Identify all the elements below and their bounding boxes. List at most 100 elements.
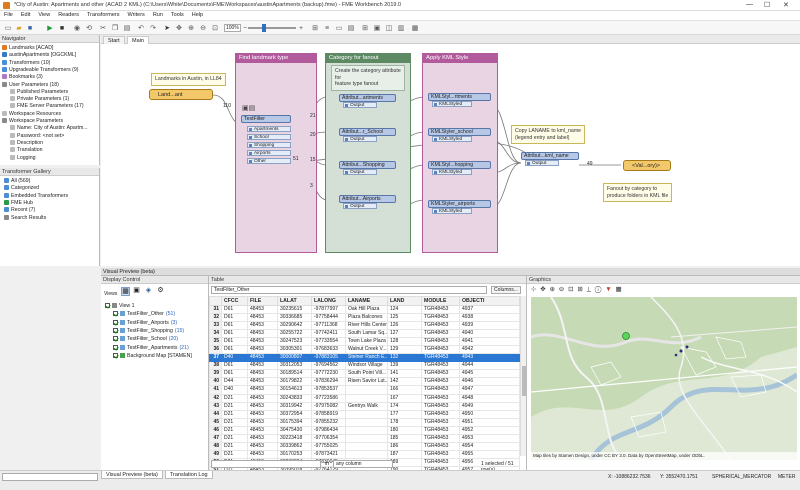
attribute-creator-apartments[interactable]: Attribut...artments <box>339 94 396 102</box>
table-cell[interactable]: 4942 <box>459 345 520 355</box>
table-cell[interactable]: 48453 <box>247 449 278 459</box>
menu-view[interactable]: View <box>34 11 54 19</box>
bookmark-apply-kml-style[interactable]: Apply KML Style <box>422 53 498 253</box>
attribute-kml-name[interactable]: Attribut...kml_name <box>521 152 579 160</box>
table-cell[interactable]: 48453 <box>247 329 278 339</box>
gallery-item[interactable]: Embedded Transformers <box>4 192 68 200</box>
table-row[interactable]: 31 D61 48453 30235615 -97877997 Oak Hill Plaz… <box>209 304 520 315</box>
table-cell[interactable]: D21 <box>221 425 248 435</box>
layer-item[interactable]: TestFilter_School (20) <box>113 335 178 343</box>
table-row[interactable]: 42 D21 48453 30243833 -97723586 167 TGR48453 49… <box>209 393 520 403</box>
table-row[interactable]: 33 D61 48453 30290642 -97711368 River Hills C… <box>209 321 520 331</box>
grid-map-icon[interactable]: ▦ <box>615 286 622 293</box>
table-cell[interactable]: 4951 <box>459 417 520 427</box>
table-cell[interactable]: Town Lake Plaza <box>345 337 388 347</box>
table-cell[interactable]: 30243833 <box>277 393 312 403</box>
column-header[interactable]: CFCC <box>221 296 248 306</box>
scrollbar-thumb[interactable] <box>522 366 526 396</box>
row-number[interactable]: 47 <box>209 433 222 443</box>
data-table[interactable]: CFCC FILE LALAT LALONG LANAME LAND MODULE OBJEC… <box>209 296 520 475</box>
table-cell[interactable]: 30336685 <box>277 313 312 323</box>
zoom-in-map-icon[interactable]: ⊕ <box>550 286 556 293</box>
table-cell[interactable]: 4949 <box>459 401 520 411</box>
table-cell[interactable]: 4947 <box>459 385 520 395</box>
table-cell[interactable]: -97986434 <box>311 425 346 435</box>
table-cell[interactable]: -97742411 <box>311 329 346 339</box>
table-cell[interactable]: 48453 <box>247 337 278 347</box>
filter-icon[interactable]: ▼ <box>605 286 612 293</box>
row-number[interactable]: 45 <box>209 417 222 427</box>
table-cell[interactable]: 48453 <box>247 393 278 403</box>
table-row[interactable]: 39 D61 48453 30189514 -97772230 South Point V… <box>209 369 520 379</box>
table-cell[interactable]: TGR48453 <box>421 345 460 355</box>
gallery-item[interactable]: Search Results <box>4 214 46 222</box>
row-number[interactable]: 43 <box>209 401 222 411</box>
panel-icon[interactable]: ▥ <box>396 23 406 33</box>
table-cell[interactable]: D61 <box>221 361 248 371</box>
inspect-icon[interactable]: ◉ <box>72 23 82 33</box>
table-cell[interactable]: 4940 <box>459 329 520 339</box>
copy-laname-annotation[interactable]: Copy LANAME to kml_name (legend entry an… <box>511 125 586 144</box>
output-port[interactable]: Output <box>343 136 377 142</box>
zoom-selected-icon[interactable]: ⊞ <box>577 286 583 293</box>
kml-styler-apartments[interactable]: KMLStyl...rtments <box>428 93 491 101</box>
table-cell[interactable]: -97755025 <box>311 441 346 451</box>
table-cell[interactable]: 4946 <box>459 377 520 387</box>
menu-run[interactable]: Run <box>149 11 167 19</box>
row-number[interactable]: 42 <box>209 393 222 403</box>
table-row[interactable]: 48 D21 48453 30339862 -97755025 186 TGR48453 49… <box>209 441 520 451</box>
row-number[interactable]: 37 <box>209 353 222 363</box>
cache-icon[interactable]: ⟲ <box>84 23 94 33</box>
kml-writer[interactable]: <Val...ory)> <box>623 160 671 171</box>
layer-checkbox[interactable] <box>113 319 118 325</box>
map-view[interactable]: Map tiles by Stamen Design, under CC BY … <box>531 297 797 460</box>
table-cell[interactable]: -97836294 <box>311 377 346 387</box>
table-cell[interactable]: 30175394 <box>277 417 312 427</box>
table-cell[interactable]: 48453 <box>247 417 278 427</box>
table-cell[interactable] <box>345 441 388 451</box>
table-cell[interactable]: -97694562 <box>311 361 346 371</box>
row-number[interactable]: 33 <box>209 321 222 331</box>
table-cell[interactable]: 30179822 <box>277 377 312 387</box>
info-icon[interactable]: ⓘ <box>595 286 603 293</box>
kmlstyled-port[interactable]: KMLStyled <box>432 208 472 214</box>
split-icon[interactable]: ◫ <box>384 23 394 33</box>
table-cell[interactable]: 30235615 <box>277 304 312 315</box>
new-icon[interactable]: ▭ <box>3 23 13 33</box>
layout-icon[interactable]: ⊞ <box>310 23 320 33</box>
table-view-icon[interactable]: ▦ <box>121 287 130 296</box>
table-cell[interactable]: TGR48453 <box>421 337 460 347</box>
table-cell[interactable]: 30319942 <box>277 401 312 411</box>
table-cell[interactable]: TGR48453 <box>421 449 460 459</box>
table-cell[interactable]: 139 <box>387 361 422 371</box>
zoom-in-icon[interactable]: ⊕ <box>186 23 196 33</box>
graphics-view-icon[interactable]: ▣ <box>132 287 141 296</box>
layer-checkbox[interactable] <box>113 352 118 358</box>
table-cell[interactable]: -97883105 <box>311 353 346 363</box>
table-cell[interactable]: 166 <box>387 385 422 395</box>
navigator-item[interactable]: FME Server Parameters (17) <box>10 103 84 110</box>
table-cell[interactable]: D61 <box>221 345 248 355</box>
table-row[interactable]: 34 D61 48453 30255722 -97742411 South Lamar S… <box>209 329 520 339</box>
port-other[interactable]: Other <box>247 158 291 164</box>
table-cell[interactable] <box>345 433 388 443</box>
table-cell[interactable]: 48453 <box>247 425 278 435</box>
row-number[interactable]: 49 <box>209 449 222 459</box>
layer-item[interactable]: TestFilter_Shopping (15) <box>113 327 184 335</box>
open-icon[interactable]: ▰ <box>14 23 24 33</box>
row-number[interactable]: 32 <box>209 313 222 323</box>
table-row[interactable]: 43 D21 48453 30319942 -97975082 Gentrys Walk 1… <box>209 401 520 411</box>
table-cell[interactable]: D44 <box>221 377 248 387</box>
navigator-item[interactable]: Name: City of Austin: Apartm... <box>10 125 88 132</box>
landmarks-reader[interactable]: Land...ant <box>149 89 213 100</box>
run-icon[interactable]: ▶ <box>45 23 55 33</box>
navigator-item[interactable]: Workspace Resources <box>2 110 61 118</box>
table-cell[interactable]: 48453 <box>247 313 278 323</box>
table-cell[interactable]: 4937 <box>459 304 520 315</box>
table-cell[interactable]: 4938 <box>459 313 520 323</box>
save-icon[interactable]: ■ <box>25 23 35 33</box>
table-cell[interactable]: -97711368 <box>311 321 346 331</box>
table-cell[interactable]: 30255722 <box>277 329 312 339</box>
table-cell[interactable]: 141 <box>387 369 422 379</box>
navigator-item[interactable]: Logging <box>10 154 35 162</box>
